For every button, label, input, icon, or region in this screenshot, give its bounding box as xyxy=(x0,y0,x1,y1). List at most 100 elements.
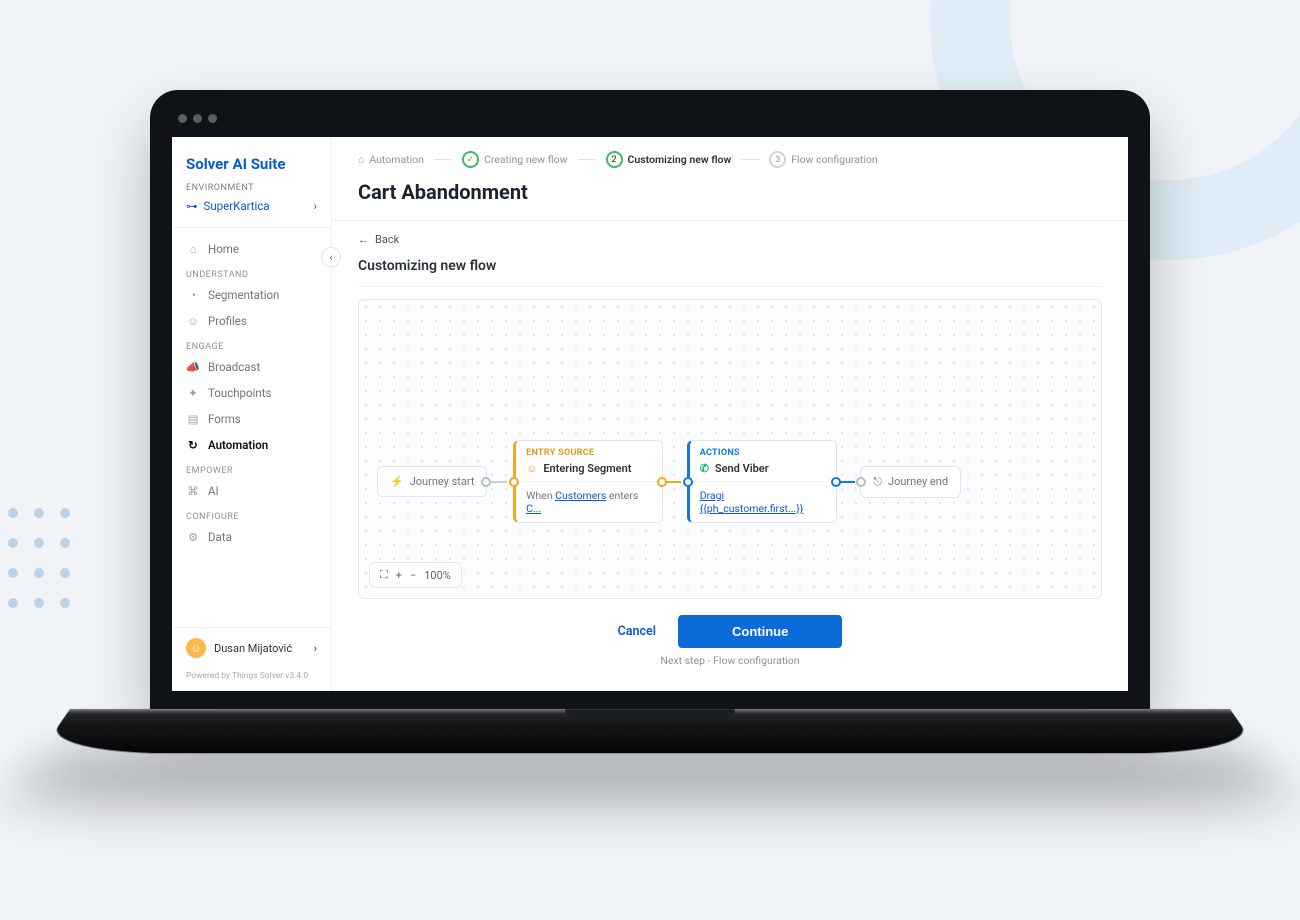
section-configure: CONFIGURE xyxy=(172,504,331,524)
crumb-step2[interactable]: 2 Customizing new flow xyxy=(606,151,732,168)
section-empower: EMPOWER xyxy=(172,458,331,478)
home-icon: ⌂ xyxy=(186,242,200,256)
page-title: Cart Abandonment xyxy=(332,168,1128,220)
connector-dot[interactable] xyxy=(657,477,667,487)
arrow-left-icon: ← xyxy=(358,233,369,246)
flow-row: ⚡ Journey start › ENTRY SOURCE ☺ xyxy=(377,440,961,523)
environment-name: SuperKartica xyxy=(204,199,270,213)
node-entry-source[interactable]: ENTRY SOURCE ☺ Entering Segment When Cus… xyxy=(513,440,663,523)
step-number: 2 xyxy=(606,151,623,168)
card-header: ACTIONS xyxy=(690,441,836,460)
powered-by: Powered by Things Solver v3.4.0 xyxy=(172,668,331,691)
sidebar-item-ai[interactable]: ⌘ AI xyxy=(172,478,331,504)
card-body: Dragi {{ph_customer.first...}} xyxy=(690,481,836,522)
home-icon: ⌂ xyxy=(358,153,364,166)
zoom-out-button[interactable]: − xyxy=(410,569,416,582)
connector-dot[interactable] xyxy=(683,477,693,487)
sidebar-item-label: Forms xyxy=(208,412,241,426)
user-menu[interactable]: ☺ Dusan Mijatović › xyxy=(172,627,331,668)
flow-canvas[interactable]: ⚡ Journey start › ENTRY SOURCE ☺ xyxy=(358,299,1102,599)
broadcast-icon: 📣 xyxy=(186,360,200,374)
sidebar-item-data[interactable]: ⚙ Data xyxy=(172,524,331,550)
crumb-root[interactable]: ⌂ Automation xyxy=(358,153,424,166)
card-header: ENTRY SOURCE xyxy=(516,441,662,460)
connector-dot[interactable] xyxy=(509,477,519,487)
fullscreen-icon[interactable]: ⛶ xyxy=(380,568,388,582)
section-understand: UNDERSTAND xyxy=(172,262,331,282)
node-label: Journey start xyxy=(410,475,475,488)
exit-icon: ⎋ xyxy=(873,475,882,489)
node-label: Journey end xyxy=(888,475,948,488)
crumb-label: Creating new flow xyxy=(484,153,568,166)
check-icon: ✓ xyxy=(462,151,479,168)
zoom-controls: ⛶ + − 100% xyxy=(369,562,462,588)
sidebar-item-segmentation[interactable]: ◔ Segmentation xyxy=(172,282,331,308)
forms-icon: ▤ xyxy=(186,412,200,426)
segment-icon: ☺ xyxy=(526,462,537,475)
sidebar-item-broadcast[interactable]: 📣 Broadcast xyxy=(172,354,331,380)
crumb-step3[interactable]: 3 Flow configuration xyxy=(769,151,877,168)
sidebar-item-label: Touchpoints xyxy=(208,386,271,400)
sidebar-item-profiles[interactable]: ☺ Profiles xyxy=(172,308,331,334)
sidebar-item-label: Broadcast xyxy=(208,360,260,374)
crumb-label: Automation xyxy=(369,153,424,166)
collapse-sidebar-button[interactable]: ‹ xyxy=(321,247,341,267)
sidebar-item-label: Data xyxy=(208,530,232,544)
card-body: When Customers enters C... xyxy=(516,481,662,522)
avatar: ☺ xyxy=(186,638,206,658)
automation-icon: ↻ xyxy=(186,438,200,452)
zoom-in-button[interactable]: + xyxy=(396,569,402,582)
sidebar-item-label: Automation xyxy=(208,438,268,452)
environment-selector[interactable]: ⊶ SuperKartica › xyxy=(172,193,331,228)
connector-dot[interactable] xyxy=(481,477,491,487)
cancel-button[interactable]: Cancel xyxy=(618,624,656,639)
back-button[interactable]: ← Back xyxy=(358,233,1102,246)
section-title: Customizing new flow xyxy=(358,246,1102,287)
connector-dot[interactable] xyxy=(831,477,841,487)
environment-label: ENVIRONMENT xyxy=(172,183,331,193)
crumb-label: Customizing new flow xyxy=(628,153,732,166)
sidebar-item-label: AI xyxy=(208,484,219,498)
step-number: 3 xyxy=(769,151,786,168)
app-screen: Solver AI Suite ENVIRONMENT ⊶ SuperKarti… xyxy=(172,137,1128,691)
node-action[interactable]: ACTIONS ✆ Send Viber Dragi {{ph_customer… xyxy=(687,440,837,523)
data-icon: ⚙ xyxy=(186,530,200,544)
ai-icon: ⌘ xyxy=(186,484,200,498)
chevron-right-icon: › xyxy=(314,642,317,655)
back-label: Back xyxy=(375,233,399,246)
section-engage: ENGAGE xyxy=(172,334,331,354)
touchpoints-icon: ✦ xyxy=(186,386,200,400)
sidebar-item-touchpoints[interactable]: ✦ Touchpoints xyxy=(172,380,331,406)
user-name: Dusan Mijatović xyxy=(214,642,292,655)
zoom-level: 100% xyxy=(424,569,451,582)
sidebar-item-label: Segmentation xyxy=(208,288,279,302)
sidebar: Solver AI Suite ENVIRONMENT ⊶ SuperKarti… xyxy=(172,137,332,691)
link-message[interactable]: Dragi {{ph_customer.first...}} xyxy=(700,489,804,515)
laptop-mock: Solver AI Suite ENVIRONMENT ⊶ SuperKarti… xyxy=(150,90,1150,759)
card-title-text: Entering Segment xyxy=(543,462,631,475)
link-customers[interactable]: Customers xyxy=(555,489,606,502)
chevron-right-icon: › xyxy=(314,199,317,213)
next-step-hint: Next step - Flow configuration xyxy=(358,654,1102,667)
brand-title: Solver AI Suite xyxy=(172,137,331,183)
segmentation-icon: ◔ xyxy=(186,288,200,302)
sidebar-item-home[interactable]: ⌂ Home xyxy=(172,236,331,262)
sidebar-item-forms[interactable]: ▤ Forms xyxy=(172,406,331,432)
card-title-text: Send Viber xyxy=(715,462,769,475)
profiles-icon: ☺ xyxy=(186,314,200,328)
connector-dot[interactable] xyxy=(856,477,866,487)
sidebar-item-label: Home xyxy=(208,242,239,256)
link-icon: ⊶ xyxy=(186,199,198,213)
crumb-step1[interactable]: ✓ Creating new flow xyxy=(462,151,568,168)
bolt-icon: ⚡ xyxy=(390,475,404,488)
sidebar-item-automation[interactable]: ↻ Automation xyxy=(172,432,331,458)
crumb-label: Flow configuration xyxy=(791,153,877,166)
node-journey-start[interactable]: ⚡ Journey start xyxy=(377,466,487,497)
breadcrumb: ⌂ Automation ✓ Creating new flow 2 Custo… xyxy=(332,137,1128,168)
link-segment[interactable]: C... xyxy=(526,502,541,515)
continue-button[interactable]: Continue xyxy=(678,615,842,648)
wizard-footer: Cancel Continue Next step - Flow configu… xyxy=(358,599,1102,675)
sidebar-item-label: Profiles xyxy=(208,314,247,328)
viber-icon: ✆ xyxy=(700,462,709,475)
node-journey-end[interactable]: ⎋ Journey end xyxy=(860,466,961,498)
